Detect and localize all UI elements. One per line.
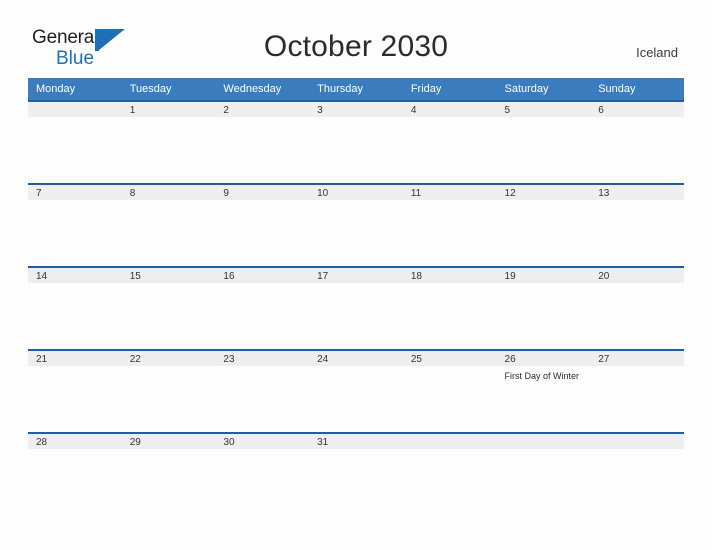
day-number: 12	[496, 185, 591, 200]
calendar-day-cell[interactable]: 16	[215, 266, 310, 350]
day-number: 20	[590, 268, 684, 283]
day-number: 8	[121, 185, 216, 200]
calendar-day-cell[interactable]: 22	[121, 349, 216, 433]
day-number	[28, 102, 122, 117]
page-title: October 2030	[263, 30, 449, 63]
day-number: 7	[28, 185, 122, 200]
calendar-week-row: 28 29 30 31	[28, 432, 684, 450]
calendar-day-cell[interactable]: 29	[121, 432, 216, 450]
calendar-day-cell[interactable]: 27	[590, 349, 684, 433]
country-label: Iceland	[636, 45, 678, 60]
day-number: 1	[121, 102, 216, 117]
calendar-empty-cell	[402, 432, 497, 450]
day-number: 17	[309, 268, 403, 283]
calendar-empty-cell	[496, 432, 591, 450]
day-number: 15	[121, 268, 216, 283]
day-number: 3	[309, 102, 403, 117]
day-number: 24	[309, 351, 403, 366]
day-number: 18	[402, 268, 497, 283]
calendar-page: General Blue October 2030 Iceland Monday…	[0, 0, 712, 550]
weekday-header-tuesday: Tuesday	[121, 78, 216, 101]
day-number: 19	[496, 268, 591, 283]
day-number	[402, 434, 497, 449]
weekday-header-saturday: Saturday	[496, 78, 591, 101]
day-number: 26	[496, 351, 591, 366]
day-number: 16	[215, 268, 310, 283]
day-number: 10	[309, 185, 403, 200]
day-number	[496, 434, 591, 449]
day-number: 30	[215, 434, 310, 449]
event-label: First Day of Winter	[504, 371, 580, 381]
calendar-day-cell[interactable]: 14	[28, 266, 122, 350]
day-number: 31	[309, 434, 403, 449]
day-number: 4	[402, 102, 497, 117]
day-number: 2	[215, 102, 310, 117]
calendar-day-cell[interactable]: 19	[496, 266, 591, 350]
calendar-day-cell[interactable]: 25	[402, 349, 497, 433]
weekday-header-sunday: Sunday	[590, 78, 684, 101]
day-number: 9	[215, 185, 310, 200]
weekday-header-monday: Monday	[28, 78, 122, 101]
calendar-day-cell[interactable]: 31	[309, 432, 403, 450]
day-number: 23	[215, 351, 310, 366]
calendar-day-cell[interactable]: 5	[496, 100, 591, 184]
calendar-empty-cell	[28, 100, 122, 184]
weekday-header-wednesday: Wednesday	[215, 78, 310, 101]
day-number: 27	[590, 351, 684, 366]
day-number: 22	[121, 351, 216, 366]
calendar-day-cell[interactable]: 30	[215, 432, 310, 450]
day-number	[590, 434, 684, 449]
calendar-day-cell[interactable]: 24	[309, 349, 403, 433]
calendar-empty-cell	[590, 432, 684, 450]
calendar-week-row: 123456	[28, 100, 684, 184]
calendar-day-cell[interactable]: 28	[28, 432, 122, 450]
calendar-day-cell[interactable]: 26 First Day of Winter	[496, 349, 591, 433]
day-number: 25	[402, 351, 497, 366]
calendar-week-row: 21 22 23 24 25 26 First Day of Winter 27	[28, 349, 684, 433]
calendar-day-cell[interactable]: 2	[215, 100, 310, 184]
calendar-day-cell[interactable]: 21	[28, 349, 122, 433]
day-number: 28	[28, 434, 122, 449]
day-number: 21	[28, 351, 122, 366]
calendar-day-cell[interactable]: 18	[402, 266, 497, 350]
calendar-header-row: Monday Tuesday Wednesday Thursday Friday Satu…	[28, 78, 684, 101]
weekday-header-thursday: Thursday	[309, 78, 403, 101]
calendar-day-cell[interactable]: 23	[215, 349, 310, 433]
page-header: General Blue October 2030 Iceland	[0, 0, 712, 68]
day-number: 11	[402, 185, 497, 200]
calendar-day-cell[interactable]: 4	[402, 100, 497, 184]
calendar-grid: Monday Tuesday Wednesday Thursday Friday Satu…	[28, 78, 684, 450]
day-number: 5	[496, 102, 591, 117]
day-number: 29	[121, 434, 216, 449]
calendar-day-cell[interactable]: 8	[121, 183, 216, 267]
day-number: 6	[590, 102, 684, 117]
day-events: First Day of Winter	[497, 366, 591, 382]
calendar-day-cell[interactable]: 11	[402, 183, 497, 267]
calendar-day-cell[interactable]: 12	[496, 183, 591, 267]
calendar-day-cell[interactable]: 9	[215, 183, 310, 267]
calendar-body: 1 2 3 4 5 6 7 8 9 10 11 12 13 14 15 16 17 18 19 20 21 22 23 24 2…	[28, 100, 684, 450]
calendar-week-row: 14 15 16 17 18 19 20	[28, 266, 684, 350]
calendar-day-cell[interactable]: 15	[121, 266, 216, 350]
day-number: 13	[590, 185, 684, 200]
calendar-week-row: 7 8 9 10 11 12 13	[28, 183, 684, 267]
calendar-day-cell[interactable]: 6	[590, 100, 684, 184]
weekday-header-friday: Friday	[402, 78, 497, 101]
calendar-day-cell[interactable]: 1	[121, 100, 216, 184]
calendar-table: Monday Tuesday Wednesday Thursday Friday Satu…	[28, 78, 684, 450]
day-number: 14	[28, 268, 122, 283]
calendar-day-cell[interactable]: 10	[309, 183, 403, 267]
calendar-day-cell[interactable]: 13	[590, 183, 684, 267]
calendar-day-cell[interactable]: 3	[309, 100, 403, 184]
calendar-day-cell[interactable]: 17	[309, 266, 403, 350]
calendar-day-cell[interactable]: 7	[28, 183, 122, 267]
calendar-day-cell[interactable]: 20	[590, 266, 684, 350]
